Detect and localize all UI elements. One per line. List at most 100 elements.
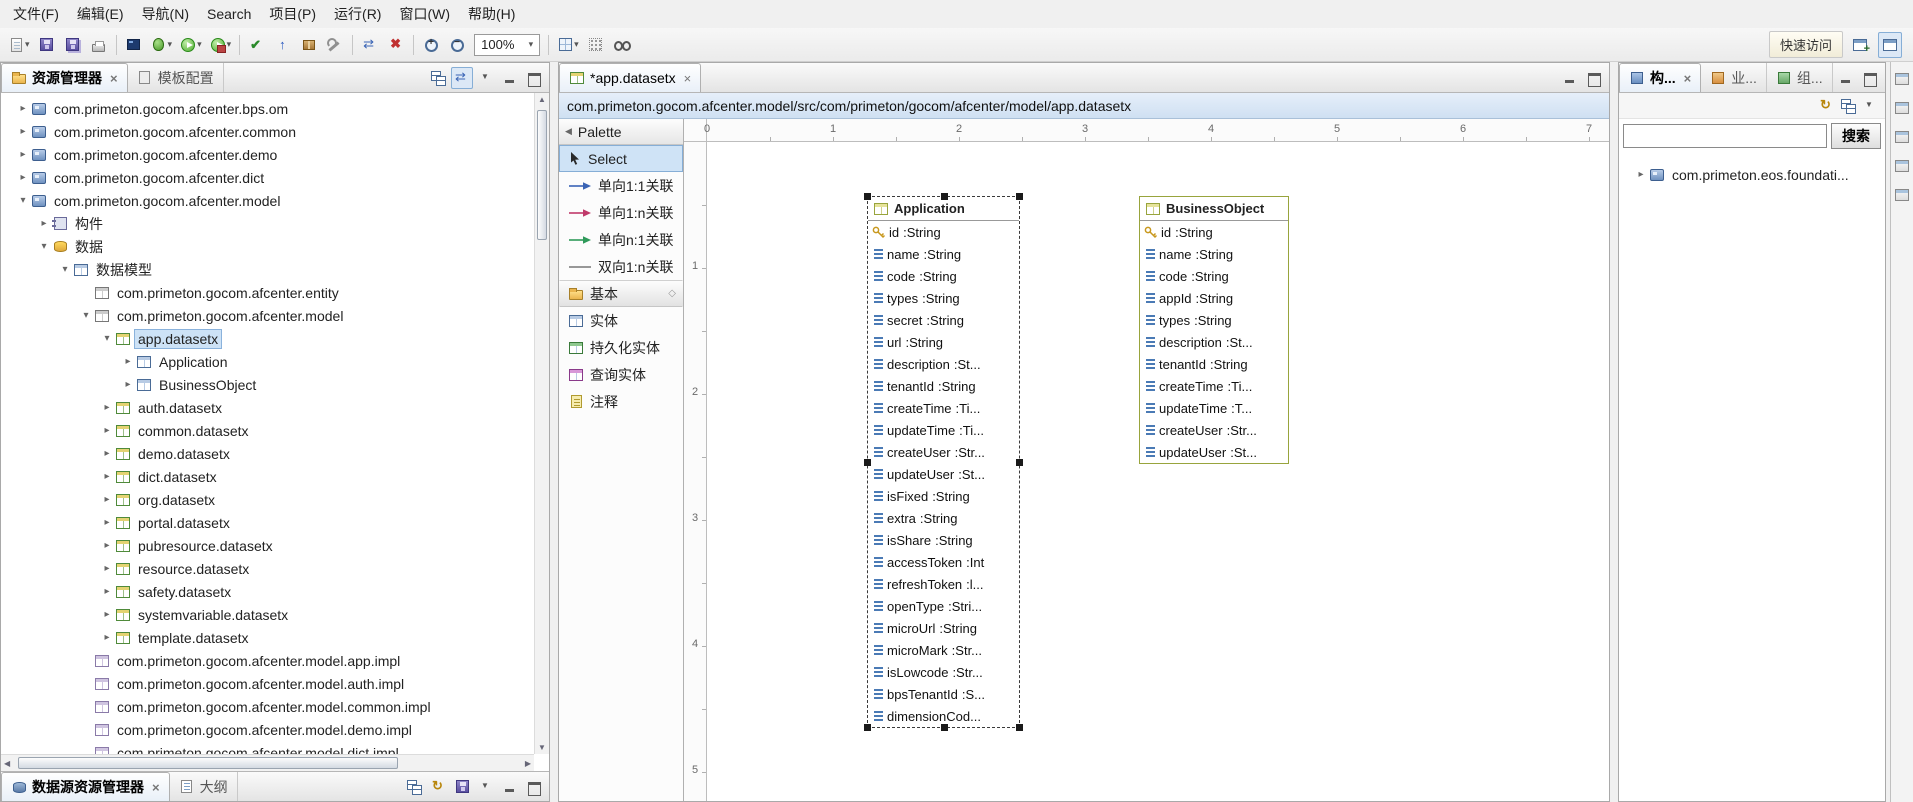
palette-item[interactable]: 基本◇ <box>559 280 683 307</box>
collapse-arrow-icon[interactable]: ▾ <box>57 264 73 275</box>
save-all-button[interactable] <box>61 32 85 58</box>
template-config-tab[interactable]: 模板配置 <box>128 63 224 92</box>
tree-item[interactable]: ▸org.datasetx <box>1 488 534 511</box>
expand-arrow-icon[interactable]: ▸ <box>99 448 115 459</box>
search-input[interactable] <box>1623 124 1827 148</box>
scroll-left-icon[interactable]: ◀ <box>4 759 10 768</box>
link-with-editor-button[interactable] <box>451 67 473 89</box>
entity-field[interactable]: description:St... <box>868 353 1019 375</box>
groups-library-tab[interactable]: 组... <box>1767 63 1833 92</box>
tree-item[interactable]: ▸resource.datasetx <box>1 557 534 580</box>
expand-arrow-icon[interactable]: ▸ <box>15 149 31 160</box>
debug-button[interactable]: ▾ <box>148 32 176 58</box>
tree-item[interactable]: ▸Application <box>1 350 534 373</box>
entity-field[interactable]: isFixed:String <box>868 485 1019 507</box>
view-menu-button[interactable] <box>475 776 497 798</box>
tree-item[interactable]: ▾app.datasetx <box>1 327 534 350</box>
diagram-canvas[interactable]: Applicationid:Stringname:Stringcode:Stri… <box>707 142 1609 801</box>
publish-button[interactable] <box>271 32 295 58</box>
close-icon[interactable]: × <box>1684 71 1692 86</box>
entity-field[interactable]: accessToken:Int <box>868 551 1019 573</box>
expand-arrow-icon[interactable]: ▸ <box>99 471 115 482</box>
palette-item[interactable]: 注释 <box>559 388 683 415</box>
tree-item[interactable]: ▸pubresource.datasetx <box>1 534 534 557</box>
entity-field[interactable]: name:String <box>1140 243 1288 265</box>
save-button[interactable] <box>451 776 473 798</box>
entity-field[interactable]: url:String <box>868 331 1019 353</box>
external-tools-button[interactable]: ▾ <box>207 32 235 58</box>
entity-node[interactable]: BusinessObjectid:Stringname:Stringcode:S… <box>1139 196 1289 464</box>
expand-arrow-icon[interactable]: ▸ <box>99 494 115 505</box>
tree-item[interactable]: ▸构件 <box>1 212 534 235</box>
view-menu-button[interactable] <box>1859 95 1881 117</box>
entity-field[interactable]: updateTime:Ti... <box>868 419 1019 441</box>
print-button[interactable] <box>87 32 111 58</box>
palette-item[interactable]: 实体 <box>559 307 683 334</box>
diagram-layout-button[interactable]: ▾ <box>554 32 582 58</box>
minimized-view-1-button[interactable] <box>1891 68 1913 90</box>
minimized-view-3-button[interactable] <box>1891 126 1913 148</box>
tree-item[interactable]: com.primeton.gocom.afcenter.model.demo.i… <box>1 718 534 741</box>
expand-arrow-icon[interactable]: ▸ <box>1633 169 1649 180</box>
tree-item[interactable]: com.primeton.gocom.afcenter.model.app.im… <box>1 649 534 672</box>
selection-handle[interactable] <box>1016 193 1023 200</box>
tree-item[interactable]: ▸com.primeton.gocom.afcenter.demo <box>1 143 534 166</box>
maximize-button[interactable] <box>523 67 545 89</box>
search-workspace-button[interactable] <box>610 32 634 58</box>
entity-field[interactable]: openType:Stri... <box>868 595 1019 617</box>
tree-item[interactable]: ▸dict.datasetx <box>1 465 534 488</box>
palette-item[interactable]: 单向1:n关联 <box>559 199 683 226</box>
close-icon[interactable]: × <box>684 71 692 86</box>
expand-arrow-icon[interactable]: ▸ <box>99 540 115 551</box>
entity-field[interactable]: isShare:String <box>868 529 1019 551</box>
menu-item[interactable]: 编辑(E) <box>68 1 133 28</box>
zoom-out-button[interactable] <box>445 32 469 58</box>
entity-field[interactable]: microMark:Str... <box>868 639 1019 661</box>
zoom-combo[interactable]: 100%▾ <box>474 34 540 56</box>
entity-field[interactable]: updateUser:St... <box>868 463 1019 485</box>
scrollbar-thumb[interactable] <box>537 110 547 240</box>
tree-item[interactable]: com.primeton.gocom.afcenter.model.common… <box>1 695 534 718</box>
maximize-button[interactable] <box>1859 67 1881 89</box>
expand-arrow-icon[interactable]: ▸ <box>120 356 136 367</box>
tree-item[interactable]: ▾com.primeton.gocom.afcenter.model <box>1 189 534 212</box>
scroll-down-icon[interactable]: ▼ <box>535 743 549 752</box>
tree-item[interactable]: ▾com.primeton.gocom.afcenter.model <box>1 304 534 327</box>
refresh-button[interactable] <box>427 776 449 798</box>
tree-item[interactable]: com.primeton.gocom.afcenter.entity <box>1 281 534 304</box>
expand-arrow-icon[interactable]: ▸ <box>99 586 115 597</box>
minimize-button[interactable] <box>499 776 521 798</box>
entity-field[interactable]: bpsTenantId:S... <box>868 683 1019 705</box>
minimize-button[interactable] <box>1559 67 1581 89</box>
expand-arrow-icon[interactable]: ▸ <box>99 425 115 436</box>
menu-item[interactable]: Search <box>198 1 260 28</box>
scrollbar-thumb[interactable] <box>18 757 398 769</box>
entity-header[interactable]: Application <box>868 197 1019 221</box>
open-console-button[interactable] <box>122 32 146 58</box>
menu-item[interactable]: 文件(F) <box>4 1 68 28</box>
expand-arrow-icon[interactable]: ▸ <box>99 563 115 574</box>
toggle-grid-button[interactable] <box>584 32 608 58</box>
tree-item[interactable]: ▸portal.datasetx <box>1 511 534 534</box>
entity-field[interactable]: createTime:Ti... <box>1140 375 1288 397</box>
maximize-button[interactable] <box>1583 67 1605 89</box>
entity-field[interactable]: extra:String <box>868 507 1019 529</box>
selection-handle[interactable] <box>1016 724 1023 731</box>
collapse-all-button[interactable] <box>1837 95 1859 117</box>
link-with-editor-button[interactable] <box>358 32 382 58</box>
collapse-palette-icon[interactable]: ◀ <box>565 126 572 137</box>
tree-item[interactable]: ▸common.datasetx <box>1 419 534 442</box>
entity-field[interactable]: types:String <box>868 287 1019 309</box>
selection-handle[interactable] <box>864 459 871 466</box>
entity-field[interactable]: createUser:Str... <box>868 441 1019 463</box>
entity-field[interactable]: id:String <box>1140 221 1288 243</box>
menu-item[interactable]: 窗口(W) <box>390 1 459 28</box>
entity-field[interactable]: name:String <box>868 243 1019 265</box>
quick-access-button[interactable]: 快速访问 <box>1769 31 1843 58</box>
tree-item[interactable]: ▸BusinessObject <box>1 373 534 396</box>
minimize-button[interactable] <box>1835 67 1857 89</box>
entity-field[interactable]: createUser:Str... <box>1140 419 1288 441</box>
horizontal-scrollbar[interactable]: ◀ ▶ <box>1 754 534 771</box>
tree-item[interactable]: ▸com.primeton.eos.foundati... <box>1619 163 1885 186</box>
selection-handle[interactable] <box>941 724 948 731</box>
